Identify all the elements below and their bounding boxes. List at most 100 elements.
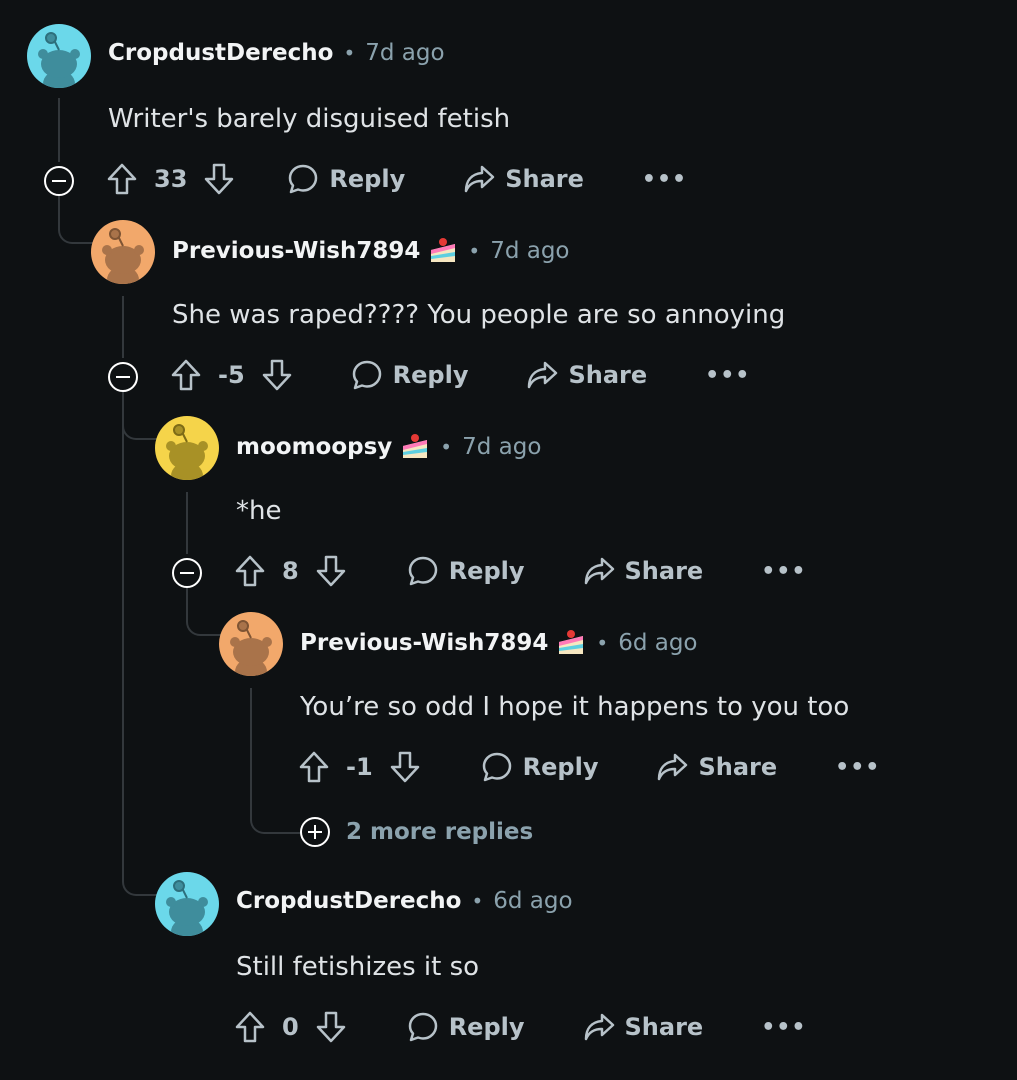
username[interactable]: CropdustDerecho — [108, 40, 333, 66]
vote-score: -5 — [218, 361, 245, 389]
comment-actions: 0 Reply Share ••• — [234, 1010, 806, 1044]
share-arrow-icon — [584, 557, 614, 585]
reply-button[interactable]: Reply — [481, 751, 599, 783]
avatar[interactable] — [219, 612, 283, 676]
reply-button[interactable]: Reply — [351, 359, 468, 391]
collapse-thread-button[interactable] — [108, 362, 138, 392]
reply-button[interactable]: Reply — [407, 1011, 525, 1043]
avatar[interactable] — [155, 872, 219, 936]
upvote-arrow-icon — [299, 751, 329, 783]
upvote-arrow-icon — [235, 1011, 265, 1043]
share-label: Share — [698, 753, 778, 781]
separator-dot: • — [471, 889, 484, 913]
cake-icon — [400, 432, 430, 462]
thread-connector — [250, 688, 302, 834]
comment-meta: Previous-Wish7894 • 6d ago — [300, 628, 698, 658]
collapse-thread-button[interactable] — [44, 166, 74, 196]
timestamp[interactable]: 7d ago — [365, 40, 444, 66]
thread-connector — [186, 588, 222, 636]
share-button[interactable]: Share — [656, 751, 777, 783]
comment-meta: Previous-Wish7894 • 7d ago — [172, 236, 570, 266]
reply-label: Reply — [329, 165, 406, 193]
more-options-button[interactable]: ••• — [642, 167, 687, 192]
minus-icon — [52, 180, 66, 182]
reply-button[interactable]: Reply — [287, 163, 405, 195]
upvote-arrow-icon — [107, 163, 137, 195]
comment-bubble-icon — [482, 752, 511, 782]
comment-meta: moomoopsy • 7d ago — [236, 432, 541, 462]
separator-dot: • — [468, 239, 481, 263]
share-button[interactable]: Share — [526, 359, 647, 391]
downvote-button[interactable] — [261, 358, 293, 392]
upvote-button[interactable] — [298, 750, 330, 784]
username[interactable]: Previous-Wish7894 — [300, 630, 548, 656]
thread-connector — [122, 392, 158, 896]
more-options-button[interactable]: ••• — [761, 559, 806, 584]
more-options-button[interactable]: ••• — [761, 1015, 806, 1040]
comment-actions: 8 Reply Share ••• — [234, 554, 806, 588]
comment-actions: -5 Reply Share ••• — [170, 358, 750, 392]
share-arrow-icon — [584, 1013, 614, 1041]
downvote-arrow-icon — [205, 163, 234, 195]
downvote-button[interactable] — [315, 1010, 347, 1044]
vote-score: 0 — [282, 1013, 299, 1041]
upvote-button[interactable] — [234, 554, 266, 588]
comment-bubble-icon — [352, 360, 381, 390]
upvote-arrow-icon — [171, 359, 201, 391]
share-button[interactable]: Share — [583, 555, 704, 587]
vote-score: 8 — [282, 557, 299, 585]
username[interactable]: CropdustDerecho — [236, 888, 461, 914]
share-button[interactable]: Share — [463, 163, 584, 195]
upvote-button[interactable] — [234, 1010, 266, 1044]
minus-icon — [180, 572, 194, 574]
timestamp[interactable]: 6d ago — [618, 630, 697, 656]
more-options-button[interactable]: ••• — [705, 363, 750, 388]
thread-line — [58, 98, 60, 162]
share-label: Share — [624, 557, 704, 585]
timestamp[interactable]: 7d ago — [462, 434, 541, 460]
downvote-arrow-icon — [262, 359, 291, 391]
comment-body: Still fetishizes it so — [236, 952, 480, 982]
snoo-avatar-icon — [230, 620, 272, 676]
avatar[interactable] — [155, 416, 219, 480]
share-label: Share — [505, 165, 584, 193]
timestamp[interactable]: 7d ago — [490, 238, 569, 264]
more-replies-label: 2 more replies — [346, 819, 534, 845]
avatar[interactable] — [27, 24, 91, 88]
upvote-button[interactable] — [106, 162, 138, 196]
reply-label: Reply — [448, 1013, 525, 1041]
downvote-button[interactable] — [203, 162, 235, 196]
snoo-avatar-icon — [166, 424, 208, 480]
username[interactable]: moomoopsy — [236, 434, 392, 460]
share-button[interactable]: Share — [583, 1011, 703, 1043]
comment-body: She was raped???? You people are so anno… — [172, 300, 786, 330]
plus-circle-icon — [300, 817, 330, 847]
more-options-button[interactable]: ••• — [835, 755, 880, 780]
thread-line — [186, 492, 188, 554]
cake-icon — [428, 236, 458, 266]
reply-label: Reply — [522, 753, 599, 781]
separator-dot: • — [440, 435, 453, 459]
username[interactable]: Previous-Wish7894 — [172, 238, 420, 264]
comment-bubble-icon — [408, 556, 437, 586]
upvote-button[interactable] — [170, 358, 202, 392]
cake-icon — [556, 628, 586, 658]
comment-meta: CropdustDerecho • 6d ago — [236, 888, 573, 914]
comment-actions: 33 Reply Share ••• — [106, 162, 687, 196]
reply-button[interactable]: Reply — [407, 555, 525, 587]
timestamp[interactable]: 6d ago — [493, 888, 572, 914]
comment-body: Writer's barely disguised fetish — [108, 104, 511, 134]
thread-connector — [58, 196, 94, 244]
avatar[interactable] — [91, 220, 155, 284]
comment-meta: CropdustDerecho • 7d ago — [108, 40, 445, 66]
snoo-avatar-icon — [38, 32, 80, 88]
downvote-arrow-icon — [390, 751, 419, 783]
upvote-arrow-icon — [235, 555, 265, 587]
downvote-button[interactable] — [315, 554, 347, 588]
vote-score: 33 — [154, 165, 188, 193]
downvote-button[interactable] — [389, 750, 421, 784]
collapse-thread-button[interactable] — [172, 558, 202, 588]
separator-dot: • — [343, 41, 356, 65]
snoo-avatar-icon — [102, 228, 144, 284]
more-replies-button[interactable]: 2 more replies — [300, 817, 533, 847]
